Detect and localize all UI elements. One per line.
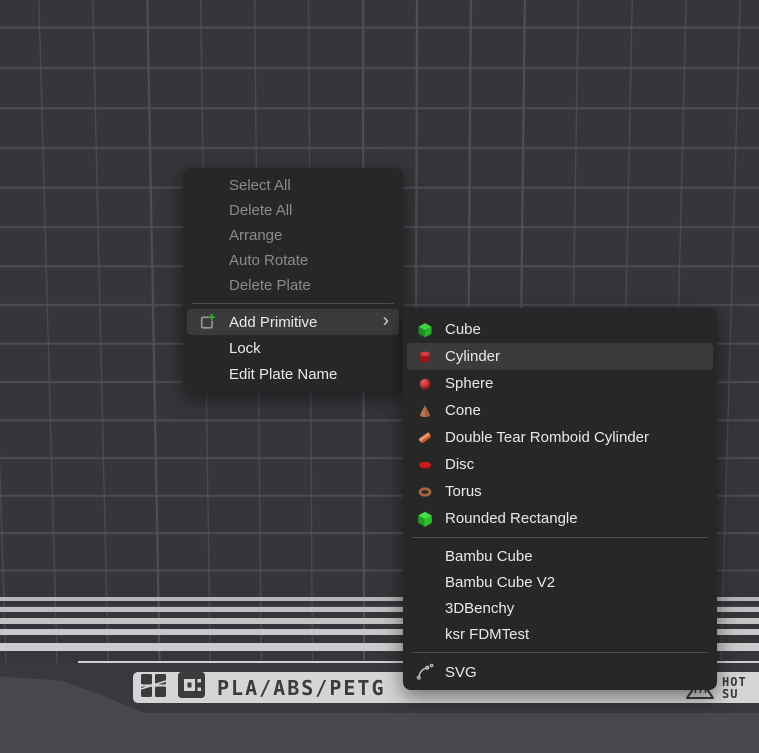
submenu-item-svg[interactable]: SVG [403,658,717,686]
bezier-curve-icon [415,663,434,682]
menu-item-lock[interactable]: Lock [183,335,403,361]
menu-item-delete-all: Delete All [183,198,403,223]
submenu-item-bambu-cube-v2[interactable]: Bambu Cube V2 [403,569,717,595]
submenu-item-rounded-rectangle[interactable]: Rounded Rectangle [403,505,717,532]
double-tear-romboid-cylinder-icon [417,430,433,446]
submenu-item-torus[interactable]: Torus [403,478,717,505]
cone-icon [417,403,433,419]
chevron-right-icon: › [383,311,389,333]
menu-separator [412,537,708,538]
sphere-icon [417,376,433,392]
plate-context-menu: Select All Delete All Arrange Auto Rotat… [183,168,403,392]
submenu-item-cube[interactable]: Cube [403,316,717,343]
plate-material-text: PLA/ABS/PETG [217,676,386,700]
slicer-3d-viewport[interactable]: PLA/ABS/PETG HOT SU Select All Delete Al… [0,0,759,753]
submenu-item-disc[interactable]: Disc [403,451,717,478]
submenu-item-bambu-cube[interactable]: Bambu Cube [403,543,717,569]
disc-icon [417,457,433,473]
menu-item-edit-plate-name[interactable]: Edit Plate Name [183,361,403,387]
submenu-item-cone[interactable]: Cone [403,397,717,424]
add-primitive-submenu: Cube Cylinder [403,308,717,690]
add-primitive-icon [197,313,216,332]
plate-type-logo-icon [178,672,205,703]
menu-item-add-primitive[interactable]: Add Primitive › [187,309,399,335]
menu-item-delete-plate: Delete Plate [183,273,403,298]
menu-separator [412,652,708,653]
submenu-item-ksr-fdmtest[interactable]: ksr FDMTest [403,621,717,647]
hot-surface-warning-text: HOT SU [722,676,747,700]
menu-item-arrange: Arrange [183,223,403,248]
rounded-rectangle-icon [417,511,433,527]
cube-icon [417,322,433,338]
submenu-item-double-tear-romboid-cylinder[interactable]: Double Tear Romboid Cylinder [403,424,717,451]
cylinder-icon [417,349,433,365]
submenu-item-sphere[interactable]: Sphere [403,370,717,397]
submenu-item-3dbenchy[interactable]: 3DBenchy [403,595,717,621]
bambu-lab-logo-icon [141,674,166,702]
menu-item-select-all: Select All [183,173,403,198]
submenu-item-cylinder[interactable]: Cylinder [407,343,713,370]
menu-separator [192,303,394,304]
torus-icon [417,484,433,500]
menu-item-auto-rotate: Auto Rotate [183,248,403,273]
